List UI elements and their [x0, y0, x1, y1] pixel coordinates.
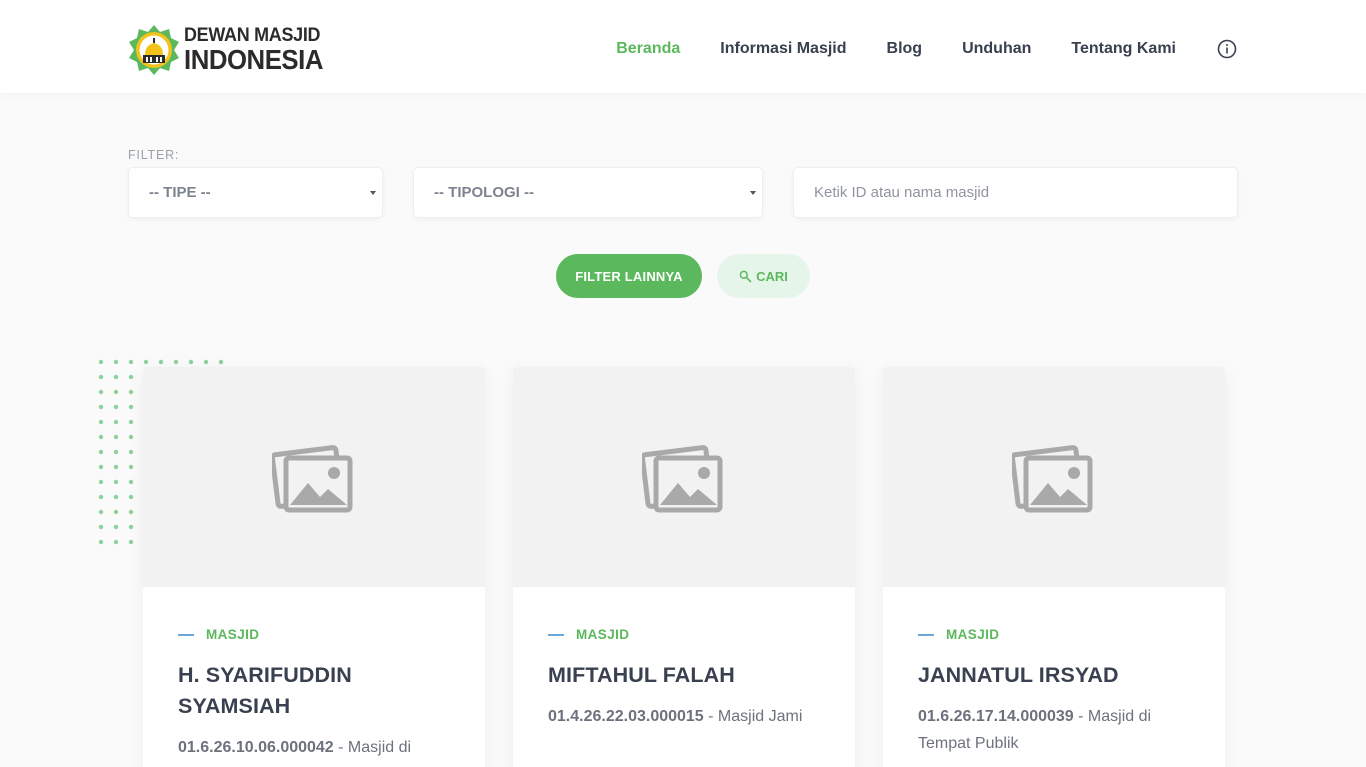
mosque-category: - Masjid Jami	[703, 708, 803, 725]
card-type-label: MASJID	[206, 627, 260, 642]
image-placeholder-icon	[1012, 445, 1093, 513]
logo-title-line2: INDONESIA	[184, 44, 323, 76]
nav-beranda[interactable]: Beranda	[616, 38, 680, 60]
card-type-label: MASJID	[946, 627, 1000, 642]
card-type: MASJID	[178, 627, 450, 642]
nav-tentang-kami[interactable]: Tentang Kami	[1071, 38, 1176, 60]
nav-informasi-masjid[interactable]: Informasi Masjid	[720, 38, 846, 60]
search-input[interactable]	[793, 167, 1238, 218]
info-circle-icon[interactable]	[1216, 38, 1238, 60]
card-type-label: MASJID	[576, 627, 630, 642]
site-header: DEWAN MASJID INDONESIA Beranda Informasi…	[0, 0, 1366, 93]
filter-more-button[interactable]: FILTER LAINNYA	[556, 254, 702, 298]
tipologi-select[interactable]: -- TIPOLOGI --	[413, 167, 763, 218]
mosque-card[interactable]: MASJID JANNATUL IRSYAD 01.6.26.17.14.000…	[883, 367, 1225, 767]
tipe-select[interactable]: -- TIPE --	[128, 167, 383, 218]
search-button-label: CARI	[756, 268, 788, 284]
card-title[interactable]: H. SYARIFUDDIN SYAMSIAH	[178, 660, 450, 722]
dash-decoration	[918, 633, 934, 636]
mosque-category: - Masjid di	[333, 739, 412, 756]
dash-decoration	[548, 633, 564, 636]
card-description: 01.6.26.10.06.000042 - Masjid di	[178, 734, 450, 761]
tipe-select-value: -- TIPE --	[149, 184, 211, 201]
site-logo[interactable]: DEWAN MASJID INDONESIA	[128, 24, 335, 76]
card-title[interactable]: JANNATUL IRSYAD	[918, 660, 1190, 691]
card-image-placeholder	[883, 367, 1225, 587]
dash-decoration	[178, 633, 194, 636]
card-image-placeholder	[513, 367, 855, 587]
caret-down-icon	[750, 191, 756, 195]
mosque-card[interactable]: MASJID MIFTAHUL FALAH 01.4.26.22.03.0000…	[513, 367, 855, 767]
image-placeholder-icon	[642, 445, 723, 513]
card-image-placeholder	[143, 367, 485, 587]
search-icon	[739, 270, 752, 282]
card-type: MASJID	[548, 627, 820, 642]
card-description: 01.6.26.17.14.000039 - Masjid di Tempat …	[918, 703, 1190, 757]
card-type: MASJID	[918, 627, 1190, 642]
card-description: 01.4.26.22.03.000015 - Masjid Jami	[548, 703, 820, 730]
nav-blog[interactable]: Blog	[887, 38, 923, 60]
card-title[interactable]: MIFTAHUL FALAH	[548, 660, 820, 691]
mosque-card[interactable]: MASJID H. SYARIFUDDIN SYAMSIAH 01.6.26.1…	[143, 367, 485, 767]
mosque-id: 01.6.26.17.14.000039	[918, 708, 1074, 725]
main-nav: Beranda Informasi Masjid Blog Unduhan Te…	[576, 38, 1238, 60]
image-placeholder-icon	[272, 445, 353, 513]
filter-label: FILTER:	[128, 148, 180, 162]
mosque-id: 01.6.26.10.06.000042	[178, 739, 334, 756]
caret-down-icon	[370, 191, 376, 195]
tipologi-select-value: -- TIPOLOGI --	[434, 184, 534, 201]
mosque-id: 01.4.26.22.03.000015	[548, 708, 704, 725]
logo-title-line1: DEWAN MASJID	[184, 23, 321, 46]
search-button[interactable]: CARI	[717, 254, 810, 298]
nav-unduhan[interactable]: Unduhan	[962, 38, 1031, 60]
mosque-logo-icon	[129, 25, 179, 75]
